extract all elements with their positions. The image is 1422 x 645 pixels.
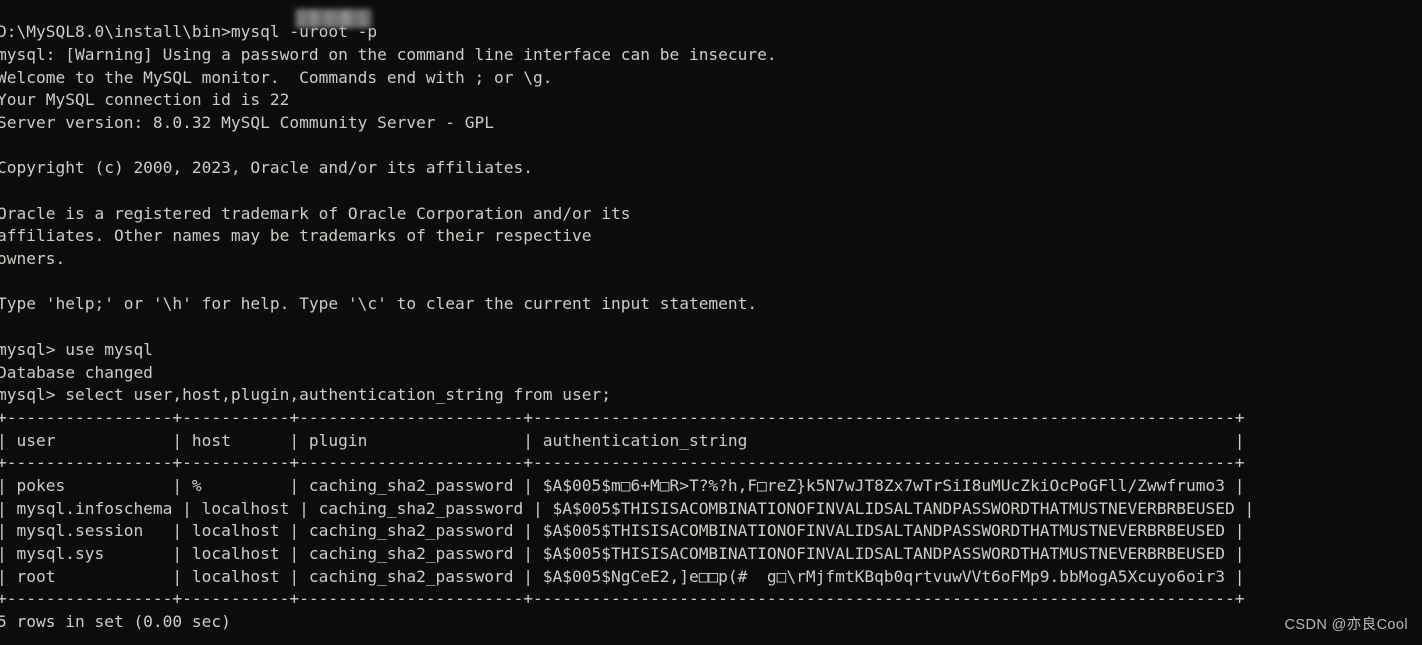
table-row: | root | localhost | caching_sha2_passwo…: [0, 566, 1245, 586]
terminal-window[interactable]: D:\MySQL8.0\install\bin>mysql -uroot -p …: [0, 0, 1422, 645]
console-line-welcome: Welcome to the MySQL monitor. Commands e…: [0, 67, 553, 87]
table-border-header: +-----------------+-----------+---------…: [0, 453, 1245, 473]
console-line-connection-id: Your MySQL connection id is 22: [0, 90, 290, 110]
console-line-command-select: mysql> select user,host,plugin,authentic…: [0, 385, 611, 405]
table-row: | mysql.sys | localhost | caching_sha2_p…: [0, 544, 1245, 563]
table-row: | pokes | % | caching_sha2_password | $A…: [0, 475, 1245, 495]
console-line-trademark-3: owners.: [0, 249, 66, 269]
table-border-top: +-----------------+-----------+---------…: [0, 407, 1245, 427]
row-count-status: 5 rows in set (0.00 sec): [0, 612, 231, 632]
console-line-trademark-2: affiliates. Other names may be trademark…: [0, 226, 592, 246]
console-line-database-changed: Database changed: [0, 362, 153, 382]
console-line-trademark-1: Oracle is a registered trademark of Orac…: [0, 203, 631, 223]
console-line-warning: mysql: [Warning] Using a password on the…: [0, 44, 777, 64]
console-line-copyright: Copyright (c) 2000, 2023, Oracle and/or …: [0, 158, 534, 178]
console-line-prompt-command: D:\MySQL8.0\install\bin>mysql -uroot -p: [0, 22, 378, 42]
csdn-watermark: CSDN @亦良Cool: [1284, 617, 1408, 634]
console-output: D:\MySQL8.0\install\bin>mysql -uroot -p …: [0, 21, 1254, 634]
console-line-server-version: Server version: 8.0.32 MySQL Community S…: [0, 112, 495, 132]
table-row: | mysql.infoschema | localhost | caching…: [0, 498, 1255, 518]
table-header-row: | user | host | plugin | authentication_…: [0, 430, 1245, 450]
console-line-help-hint: Type 'help;' or '\h' for help. Type '\c'…: [0, 294, 758, 314]
table-border-bottom: +-----------------+-----------+---------…: [0, 589, 1245, 609]
console-line-command-use-mysql: mysql> use mysql: [0, 339, 153, 359]
table-row: | mysql.session | localhost | caching_sh…: [0, 521, 1245, 541]
